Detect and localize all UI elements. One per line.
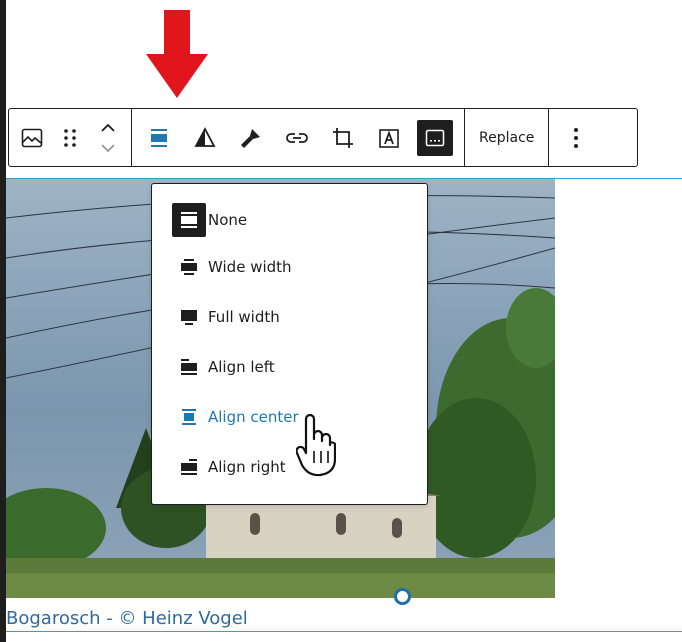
align-option-left[interactable]: Align left [152,342,427,392]
align-right-icon [172,450,206,484]
block-selection-bottom [6,631,682,632]
caption-button-active-bg [417,119,453,156]
filter-brush-icon [241,128,260,148]
block-selection-top [6,178,682,179]
align-option-none[interactable]: None [152,198,427,242]
align-option-full[interactable]: Full width [152,292,427,342]
align-option-label: None [208,211,248,229]
align-full-icon [172,300,206,334]
caption-icon [425,129,445,146]
align-option-label: Align left [208,358,275,376]
more-options-icon [574,127,579,148]
image-caption[interactable]: Bogarosch - © Heinz Vogel [6,608,248,629]
align-button[interactable] [136,109,182,166]
align-option-center[interactable]: Align center [152,392,427,442]
toolbar-group-tools [132,109,458,166]
align-left-icon [172,350,206,384]
align-option-label: Align center [208,408,299,426]
align-option-label: Align right [208,458,286,476]
drag-handle-button[interactable] [55,109,85,166]
replace-button[interactable]: Replace [465,109,548,166]
align-option-label: Wide width [208,258,292,276]
link-button[interactable] [274,109,320,166]
block-toolbar: Replace [8,108,638,167]
align-none-icon [172,203,206,237]
toolbar-group-block [9,109,131,166]
caption-button[interactable] [412,109,458,166]
image-block-button[interactable] [9,109,55,166]
align-option-label: Full width [208,308,280,326]
align-wide-icon [172,250,206,284]
align-option-wide[interactable]: Wide width [152,242,427,292]
crop-button[interactable] [320,109,366,166]
align-center-icon [172,400,206,434]
red-arrow-annotation [146,10,208,98]
align-dropdown-menu: None Wide width Full width Align left Al… [151,183,428,505]
drag-handle-icon [64,128,76,147]
align-option-right[interactable]: Align right [152,442,427,492]
align-icon [151,128,167,147]
duotone-button[interactable] [182,109,228,166]
more-options-button[interactable] [549,109,603,166]
filter-button[interactable] [228,109,274,166]
move-up-down-icon [101,123,115,152]
text-over-image-icon [379,128,399,148]
image-icon [21,128,43,147]
crop-icon [333,127,353,148]
text-over-image-button[interactable] [366,109,412,166]
link-icon [286,132,308,143]
hand-pointer-cursor-icon [296,413,336,477]
move-up-down-button[interactable] [85,109,131,166]
duotone-icon [194,126,216,147]
image-resize-handle[interactable] [394,588,411,605]
